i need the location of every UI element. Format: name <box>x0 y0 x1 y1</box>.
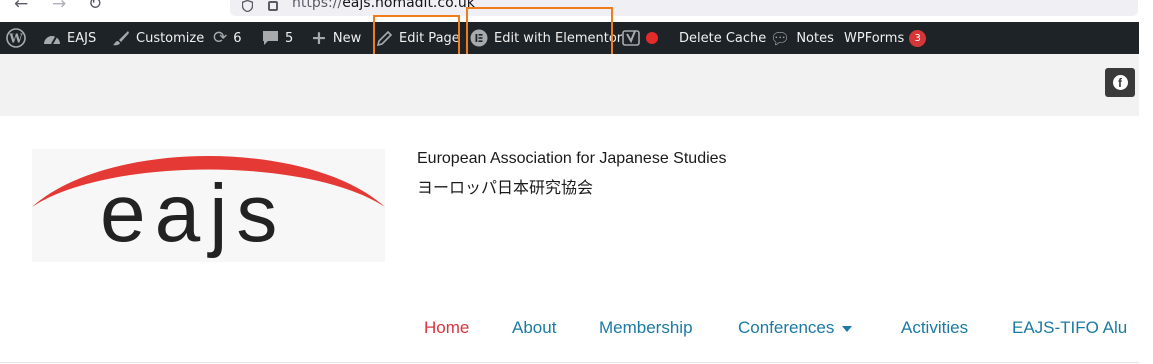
site-title[interactable]: European Association for Japanese Studie… <box>417 150 727 168</box>
yoast-seo-button[interactable] <box>622 22 658 54</box>
logo-wordmark: eajs <box>100 168 287 259</box>
facebook-button[interactable]: f <box>1105 68 1135 97</box>
url-text[interactable]: https://eajs.nomadit.co.uk <box>292 0 475 11</box>
reload-icon[interactable]: ↻ <box>88 0 102 14</box>
customize-label: Customize <box>136 30 205 46</box>
wordpress-icon: W <box>6 28 26 48</box>
comments-count: 5 <box>285 30 294 46</box>
wordpress-logo-button[interactable]: W <box>6 22 26 54</box>
svg-text:W: W <box>8 32 23 46</box>
divider <box>0 362 1139 363</box>
nav-item-conferences[interactable]: Conferences <box>738 318 853 338</box>
site-top-bar <box>0 54 1139 116</box>
shield-icon[interactable] <box>242 0 253 12</box>
facebook-icon: f <box>1112 75 1128 90</box>
site-subtitle: ヨーロッパ日本研究協会 <box>417 178 594 197</box>
yoast-icon <box>622 29 640 47</box>
url-host: eajs.nomadit.co.uk <box>342 0 475 11</box>
nav-item-about[interactable]: About <box>512 318 556 338</box>
forward-arrow-icon[interactable]: → <box>52 0 66 14</box>
nav-item-conferences-label: Conferences <box>738 318 835 337</box>
comment-bubble-icon <box>262 30 279 46</box>
wpforms-menu[interactable]: WPForms 3 <box>844 22 927 54</box>
dashboard-gauge-icon <box>43 31 61 45</box>
paintbrush-icon <box>112 30 130 46</box>
wpforms-label: WPForms <box>844 30 905 46</box>
new-label: New <box>332 30 362 46</box>
seo-status-dot-icon <box>646 32 658 44</box>
page-right-margin <box>1139 22 1153 364</box>
customize-button[interactable]: Customize <box>112 22 204 54</box>
updates-count: 6 <box>233 30 242 46</box>
nav-item-eajs-tifo-alumni[interactable]: EAJS-TIFO Alu <box>1012 318 1127 338</box>
delete-cache-label: Delete Cache <box>679 30 767 46</box>
url-scheme: https:// <box>292 0 343 11</box>
updates-refresh-icon: ⟳ <box>213 28 228 48</box>
lock-icon[interactable] <box>268 1 278 11</box>
chevron-down-icon <box>842 325 853 332</box>
comments-button[interactable]: 5 <box>262 22 293 54</box>
site-name-label: EAJS <box>67 30 97 46</box>
updates-button[interactable]: ⟳ 6 <box>213 22 242 54</box>
main-navigation: Home About Membership Conferences Activi… <box>0 318 1139 342</box>
nav-item-membership[interactable]: Membership <box>599 318 693 338</box>
notes-chat-icon: 💬︎ <box>770 28 791 48</box>
notes-label: Notes <box>796 30 834 46</box>
delete-cache-button[interactable]: Delete Cache <box>679 22 766 54</box>
new-content-button[interactable]: + New <box>311 22 361 54</box>
site-logo[interactable]: eajs <box>32 149 385 262</box>
site-name-menu[interactable]: EAJS <box>43 22 96 54</box>
nav-item-home[interactable]: Home <box>424 318 469 338</box>
back-arrow-icon[interactable]: ← <box>14 0 28 14</box>
notes-button[interactable]: 💬︎ Notes <box>770 22 834 54</box>
address-bar[interactable]: https://eajs.nomadit.co.uk <box>230 0 1138 16</box>
wpforms-count-badge: 3 <box>909 29 927 47</box>
plus-icon: + <box>311 27 327 49</box>
nav-item-activities[interactable]: Activities <box>901 318 968 338</box>
